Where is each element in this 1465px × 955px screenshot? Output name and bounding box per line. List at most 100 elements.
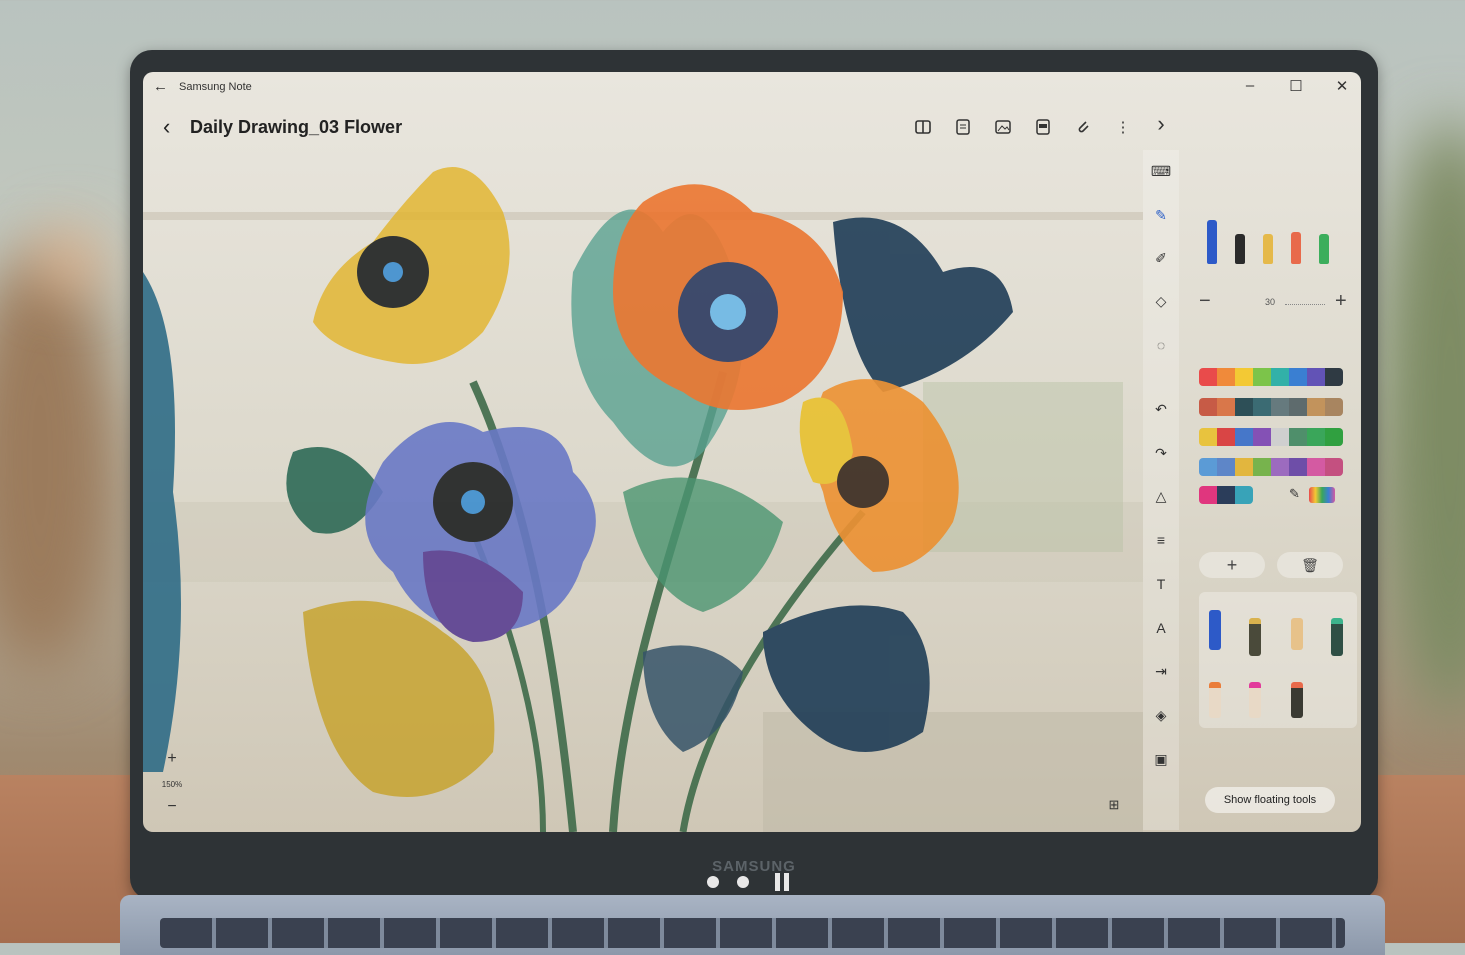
minimize-button[interactable]: – [1240, 77, 1260, 94]
zoom-control: + 150% − [157, 748, 187, 818]
pen-type-pencil[interactable] [1319, 234, 1329, 264]
color-spectrum-icon[interactable] [1309, 487, 1335, 503]
color-swatch[interactable] [1199, 458, 1217, 476]
close-button[interactable]: ✕ [1332, 77, 1352, 95]
color-swatch[interactable] [1289, 398, 1307, 416]
font-icon[interactable]: A [1150, 617, 1172, 639]
color-swatch[interactable] [1307, 458, 1325, 476]
laptop-brand: SAMSUNG [712, 858, 796, 875]
add-pen-button[interactable]: + [1199, 552, 1265, 578]
color-swatch[interactable] [1235, 398, 1253, 416]
color-picker-icon[interactable]: ✎ [1289, 486, 1300, 502]
size-increase-button[interactable]: + [1335, 290, 1347, 313]
text-style-icon[interactable]: T [1150, 573, 1172, 595]
color-swatch[interactable] [1271, 458, 1289, 476]
color-palette-row-3 [1199, 428, 1343, 446]
color-swatch[interactable] [1307, 428, 1325, 446]
color-swatch[interactable] [1289, 368, 1307, 386]
pen-type-calligraphy[interactable] [1235, 234, 1245, 264]
color-swatch[interactable] [1235, 428, 1253, 446]
zoom-in-button[interactable]: + [163, 750, 181, 768]
color-swatch[interactable] [1217, 486, 1235, 504]
delete-pen-button[interactable]: 🗑 [1277, 552, 1343, 578]
shape-icon[interactable]: △ [1150, 485, 1172, 507]
preset-pen[interactable] [1209, 610, 1221, 650]
color-swatch[interactable] [1253, 428, 1271, 446]
highlighter-icon[interactable]: ✐ [1150, 247, 1172, 269]
navy-leaf [763, 605, 930, 752]
color-swatch[interactable] [1271, 428, 1289, 446]
preset-pen[interactable] [1209, 682, 1221, 718]
keyboard-icon[interactable]: ⌨ [1150, 160, 1172, 182]
bg-light [40, 230, 100, 290]
brush-stroke-left [143, 272, 181, 772]
pen-size-slider[interactable] [1285, 304, 1325, 305]
zoom-level: 150% [161, 780, 183, 789]
pen-icon[interactable]: ✎ [1150, 204, 1172, 226]
color-swatch[interactable] [1199, 428, 1217, 446]
preset-pen[interactable] [1291, 618, 1303, 650]
eraser-icon[interactable]: ◇ [1150, 290, 1172, 312]
lasso-icon[interactable]: ◌ [1150, 334, 1172, 356]
color-swatch[interactable] [1289, 458, 1307, 476]
maximize-button[interactable]: ☐ [1286, 77, 1306, 95]
undo-icon[interactable]: ↶ [1150, 398, 1172, 420]
pen-type-marker[interactable] [1291, 232, 1301, 264]
color-swatch[interactable] [1325, 398, 1343, 416]
preset-pen[interactable] [1331, 618, 1343, 656]
size-decrease-button[interactable]: − [1199, 290, 1211, 313]
text-align-icon[interactable]: ≡ [1150, 529, 1172, 551]
add-page-icon[interactable]: ⊞ [1105, 797, 1123, 815]
paste-icon[interactable]: ▣ [1150, 748, 1172, 770]
color-swatch[interactable] [1307, 398, 1325, 416]
flower-drawing-canvas[interactable] [143, 72, 1143, 832]
pen-type-brush[interactable] [1263, 234, 1273, 264]
color-swatch[interactable] [1325, 428, 1343, 446]
pen-size-value: 30 [1265, 297, 1276, 307]
pen-presets [1199, 592, 1357, 728]
pen-size-control: − 30 + [1199, 290, 1349, 314]
flower-eye [461, 490, 485, 514]
bg-plant-left [0, 250, 120, 670]
color-swatch[interactable] [1199, 368, 1217, 386]
keyboard [160, 918, 1345, 948]
color-swatch[interactable] [1253, 368, 1271, 386]
pause-icon[interactable] [775, 873, 793, 891]
carousel-dot-1[interactable] [707, 876, 719, 888]
preset-pen[interactable] [1249, 618, 1261, 656]
color-swatch[interactable] [1217, 428, 1235, 446]
collapse-panel-button[interactable]: › [1151, 113, 1171, 135]
color-swatch[interactable] [1325, 458, 1343, 476]
color-swatch[interactable] [1325, 368, 1343, 386]
color-swatch[interactable] [1307, 368, 1325, 386]
color-swatch[interactable] [1235, 458, 1253, 476]
color-swatch[interactable] [1217, 368, 1235, 386]
color-swatch[interactable] [1271, 398, 1289, 416]
flower-eye [710, 294, 746, 330]
green-leaf [623, 477, 783, 612]
show-floating-tools-button[interactable]: Show floating tools [1205, 787, 1335, 813]
flower-eye [383, 262, 403, 282]
preset-pen[interactable] [1249, 682, 1261, 718]
insert-icon[interactable]: ⇥ [1150, 660, 1172, 682]
color-palette-row-2 [1199, 398, 1343, 416]
color-swatch[interactable] [1217, 458, 1235, 476]
color-swatch[interactable] [1199, 486, 1217, 504]
color-swatch[interactable] [1235, 486, 1253, 504]
color-palette-row-1 [1199, 368, 1343, 386]
color-swatch[interactable] [1217, 398, 1235, 416]
color-swatch[interactable] [1271, 368, 1289, 386]
mask-icon[interactable]: ◈ [1150, 704, 1172, 726]
color-swatch[interactable] [1199, 398, 1217, 416]
redo-icon[interactable]: ↷ [1150, 442, 1172, 464]
color-swatch[interactable] [1289, 428, 1307, 446]
color-palette-row-5 [1199, 486, 1253, 504]
color-swatch[interactable] [1253, 398, 1271, 416]
zoom-out-button[interactable]: − [163, 798, 181, 816]
color-swatch[interactable] [1235, 368, 1253, 386]
color-swatch[interactable] [1253, 458, 1271, 476]
carousel-dot-2[interactable] [737, 876, 749, 888]
preset-pen[interactable] [1291, 682, 1303, 718]
pen-type-fountain[interactable] [1207, 220, 1217, 264]
bg-plant-right [1380, 120, 1465, 720]
